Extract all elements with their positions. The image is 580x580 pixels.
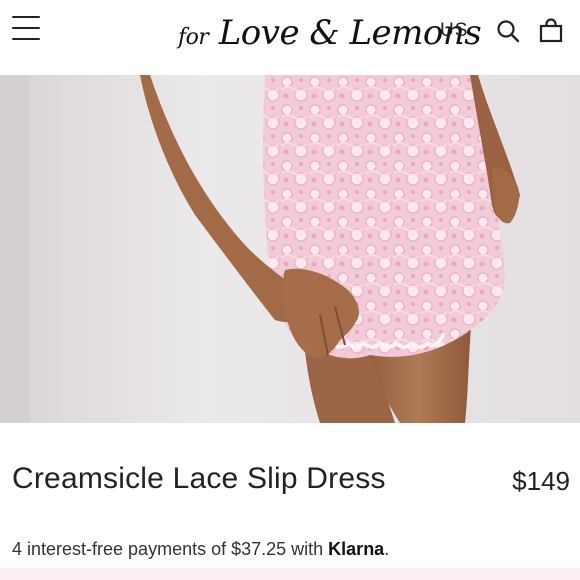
klarna-link[interactable]: Klarna <box>328 539 384 559</box>
installments-prefix: 4 interest-free payments of $37.25 with <box>12 539 329 559</box>
site-header: for Love & Lemons US <box>0 0 580 75</box>
installments-text: 4 interest-free payments of $37.25 with … <box>12 539 389 560</box>
product-image[interactable] <box>0 75 580 423</box>
bag-icon[interactable] <box>538 17 564 43</box>
bottom-banner <box>0 568 580 580</box>
product-price: $149 <box>512 466 570 496</box>
installments-suffix: . <box>384 539 390 559</box>
search-icon[interactable] <box>496 19 520 43</box>
menu-icon[interactable] <box>12 16 40 40</box>
product-title: Creamsicle Lace Slip Dress <box>12 462 386 495</box>
brand-logo[interactable]: for Love & Lemons <box>178 8 482 58</box>
region-selector[interactable]: US <box>440 20 468 42</box>
logo-prefix: for <box>178 25 209 50</box>
